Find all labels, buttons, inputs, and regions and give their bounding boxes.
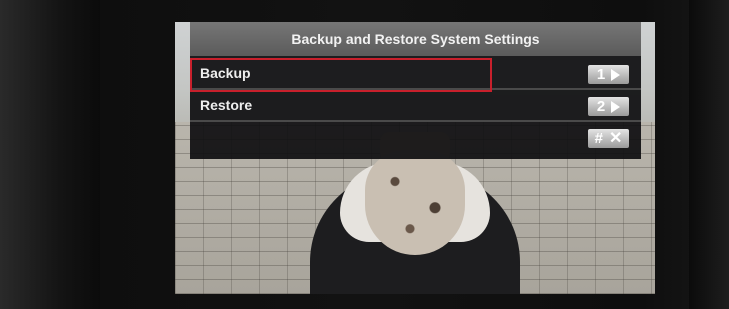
display-screen: Backup and Restore System Settings Backu… bbox=[175, 22, 655, 294]
key-1-button[interactable]: 1 bbox=[588, 65, 629, 84]
menu-item-restore[interactable]: Restore 2 bbox=[190, 90, 641, 122]
key-number: 1 bbox=[596, 66, 606, 83]
menu-item-backup[interactable]: Backup 1 bbox=[190, 58, 641, 92]
key-number: 2 bbox=[596, 98, 606, 115]
key-2-button[interactable]: 2 bbox=[588, 97, 629, 116]
device-bezel-left bbox=[0, 0, 100, 309]
device-frame: Backup and Restore System Settings Backu… bbox=[0, 0, 729, 309]
menu-close-row: # ✕ bbox=[190, 122, 641, 154]
camera-person-scarf bbox=[365, 150, 465, 255]
right-arrow-icon bbox=[611, 68, 621, 81]
close-icon: ✕ bbox=[608, 130, 623, 147]
menu-item-label: Restore bbox=[200, 97, 253, 113]
close-button[interactable]: # ✕ bbox=[588, 129, 629, 148]
right-arrow-icon bbox=[611, 100, 621, 113]
device-bezel-right bbox=[689, 0, 729, 309]
close-key-label: # bbox=[594, 130, 603, 147]
menu-title: Backup and Restore System Settings bbox=[190, 22, 641, 56]
backup-restore-menu: Backup and Restore System Settings Backu… bbox=[190, 22, 641, 159]
menu-item-label: Backup bbox=[200, 65, 251, 81]
